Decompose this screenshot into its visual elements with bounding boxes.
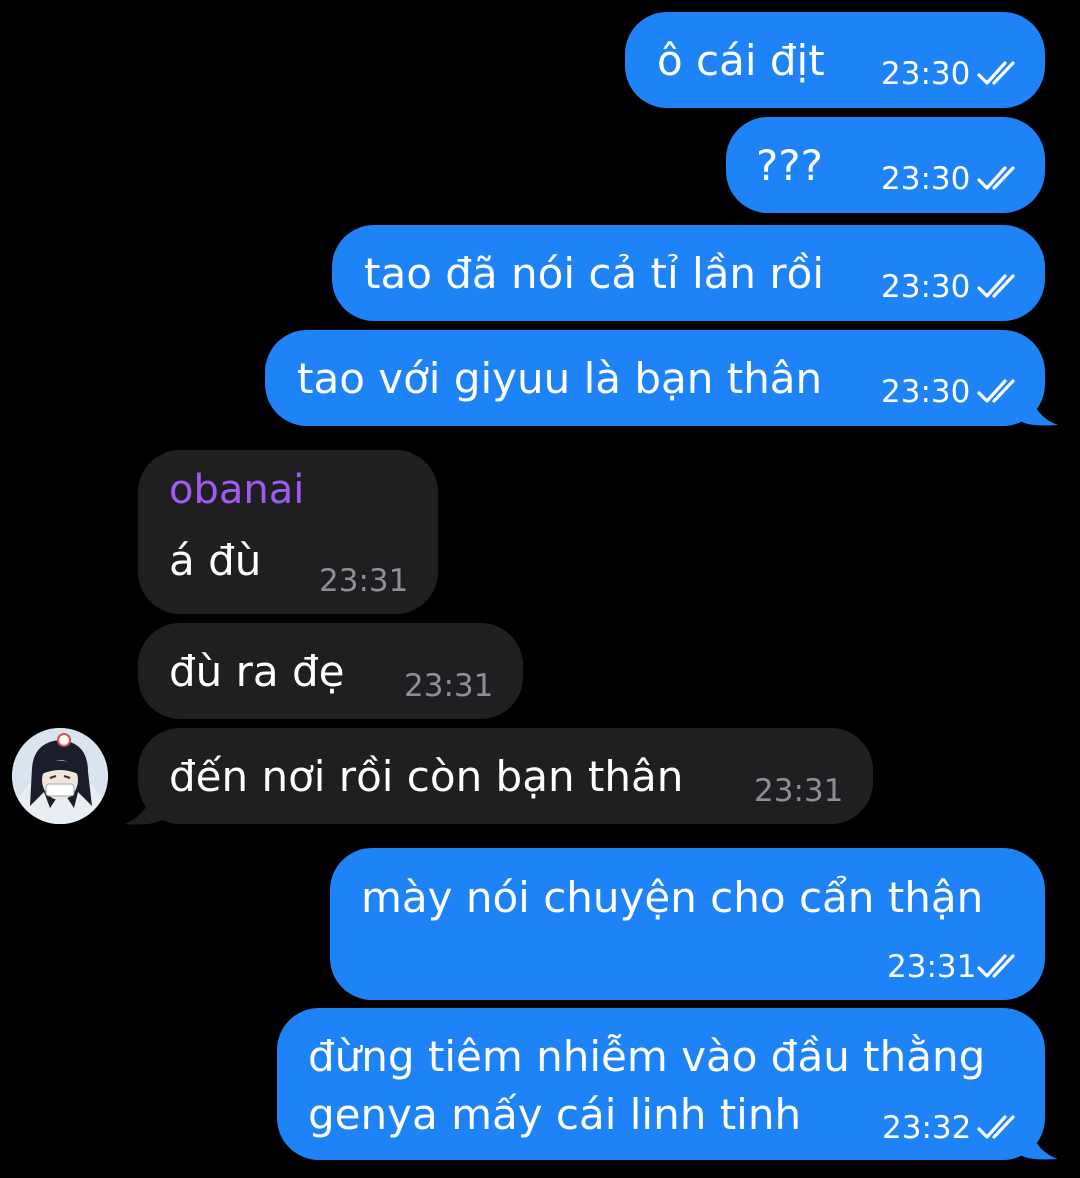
message-time: 23:30 — [881, 161, 971, 197]
message-text: ??? — [756, 141, 823, 190]
outgoing-message[interactable]: mày nói chuyện cho cẩn thận 23:31 — [330, 848, 1045, 1000]
sender-name[interactable]: obanai — [169, 465, 304, 515]
message-time: 23:30 — [881, 374, 971, 410]
double-check-icon — [977, 1115, 1015, 1139]
double-check-icon — [977, 274, 1015, 298]
contact-avatar[interactable] — [12, 728, 108, 824]
message-time: 23:31 — [754, 773, 844, 809]
double-check-icon — [977, 954, 1015, 978]
double-check-icon — [977, 379, 1015, 403]
incoming-message[interactable]: đến nơi rồi còn bạn thân 23:31 — [138, 728, 873, 824]
message-text: đến nơi rồi còn bạn thân — [169, 752, 684, 801]
message-text: ô cái địt — [657, 36, 825, 85]
incoming-message[interactable]: đù ra đẹ 23:31 — [138, 623, 523, 719]
message-time: 23:30 — [881, 56, 971, 92]
message-time: 23:32 — [882, 1110, 972, 1146]
message-text: mày nói chuyện cho cẩn thận — [361, 873, 984, 922]
message-text: đù ra đẹ — [169, 647, 345, 696]
outgoing-message[interactable]: tao đã nói cả tỉ lần rồi 23:30 — [332, 225, 1045, 321]
message-text: á đù — [169, 536, 262, 585]
outgoing-message[interactable]: ??? 23:30 — [726, 117, 1045, 213]
double-check-icon — [977, 61, 1015, 85]
message-text: tao với giyuu là bạn thân — [297, 354, 823, 403]
incoming-message[interactable]: obanai á đù 23:31 — [138, 450, 438, 614]
avatar-image — [12, 728, 108, 824]
message-time: 23:31 — [404, 668, 494, 704]
message-time: 23:31 — [319, 563, 409, 599]
message-time: 23:31 — [887, 949, 977, 985]
double-check-icon — [977, 166, 1015, 190]
outgoing-message[interactable]: ô cái địt 23:30 — [625, 12, 1045, 108]
message-text-line-1: đừng tiêm nhiễm vào đầu thằng — [308, 1032, 986, 1081]
outgoing-message[interactable]: đừng tiêm nhiễm vào đầu thằng genya mấy … — [277, 1008, 1045, 1160]
message-time: 23:30 — [881, 269, 971, 305]
outgoing-message[interactable]: tao với giyuu là bạn thân 23:30 — [265, 330, 1045, 426]
message-text-line-2: genya mấy cái linh tinh — [308, 1090, 802, 1139]
message-text: tao đã nói cả tỉ lần rồi — [364, 249, 825, 298]
